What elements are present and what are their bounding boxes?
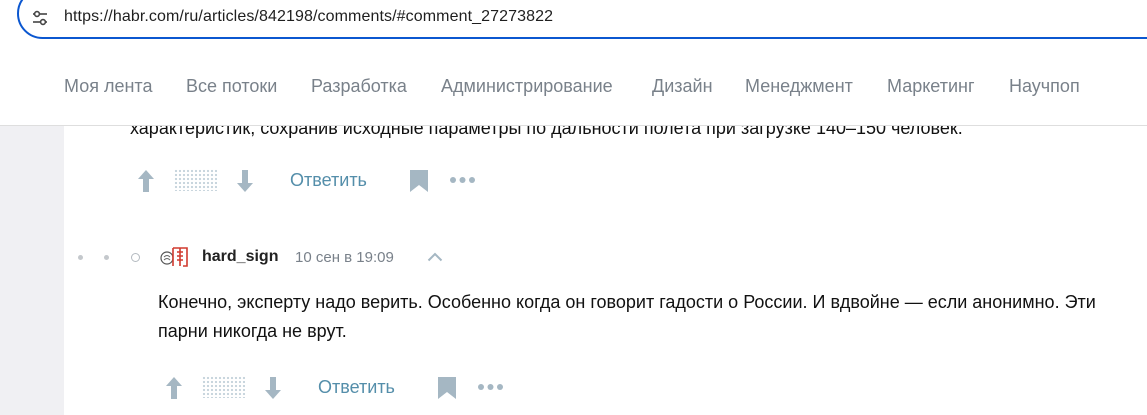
comments-area: характеристик, сохранив исходные парамет… xyxy=(0,126,1147,415)
avatar-icon[interactable] xyxy=(160,245,190,269)
nav-item-management[interactable]: Менеджмент xyxy=(745,76,853,97)
nav-item-popsci[interactable]: Научпоп xyxy=(1009,76,1080,97)
more-icon[interactable] xyxy=(449,176,476,184)
main-nav: Моя лента Все потоки Разработка Админист… xyxy=(0,47,1147,126)
tune-icon[interactable] xyxy=(31,9,49,27)
rating-placeholder xyxy=(202,376,245,398)
url-text[interactable]: https://habr.com/ru/articles/842198/comm… xyxy=(64,8,553,26)
comments-card xyxy=(64,126,1147,415)
nav-item-administration[interactable]: Администрирование xyxy=(441,76,613,97)
rating-placeholder xyxy=(174,169,217,191)
reply-button[interactable]: Ответить xyxy=(318,377,395,398)
reply-button[interactable]: Ответить xyxy=(290,170,367,191)
browser-toolbar: https://habr.com/ru/articles/842198/comm… xyxy=(0,0,1147,47)
thread-level-ring[interactable] xyxy=(131,253,140,262)
nav-item-all-streams[interactable]: Все потоки xyxy=(186,76,277,97)
downvote-icon[interactable] xyxy=(235,168,255,194)
bookmark-icon[interactable] xyxy=(437,376,457,400)
thread-level-dot[interactable] xyxy=(104,255,109,260)
more-icon[interactable] xyxy=(477,383,504,391)
nav-item-marketing[interactable]: Маркетинг xyxy=(887,76,975,97)
nav-item-development[interactable]: Разработка xyxy=(311,76,407,97)
thread-level-dot[interactable] xyxy=(78,255,83,260)
comment-username[interactable]: hard_sign xyxy=(202,248,278,266)
chevron-up-icon[interactable] xyxy=(427,252,443,262)
upvote-icon[interactable] xyxy=(136,168,156,194)
nav-item-design[interactable]: Дизайн xyxy=(652,76,713,97)
comment-text: Конечно, эксперту надо верить. Особенно … xyxy=(158,292,1096,341)
upvote-icon[interactable] xyxy=(164,375,184,401)
comment-timestamp[interactable]: 10 сен в 19:09 xyxy=(295,249,394,266)
downvote-icon[interactable] xyxy=(263,375,283,401)
bookmark-icon[interactable] xyxy=(409,169,429,193)
previous-comment-text: характеристик, сохранив исходные парамет… xyxy=(130,126,963,138)
nav-item-my-feed[interactable]: Моя лента xyxy=(64,76,152,97)
